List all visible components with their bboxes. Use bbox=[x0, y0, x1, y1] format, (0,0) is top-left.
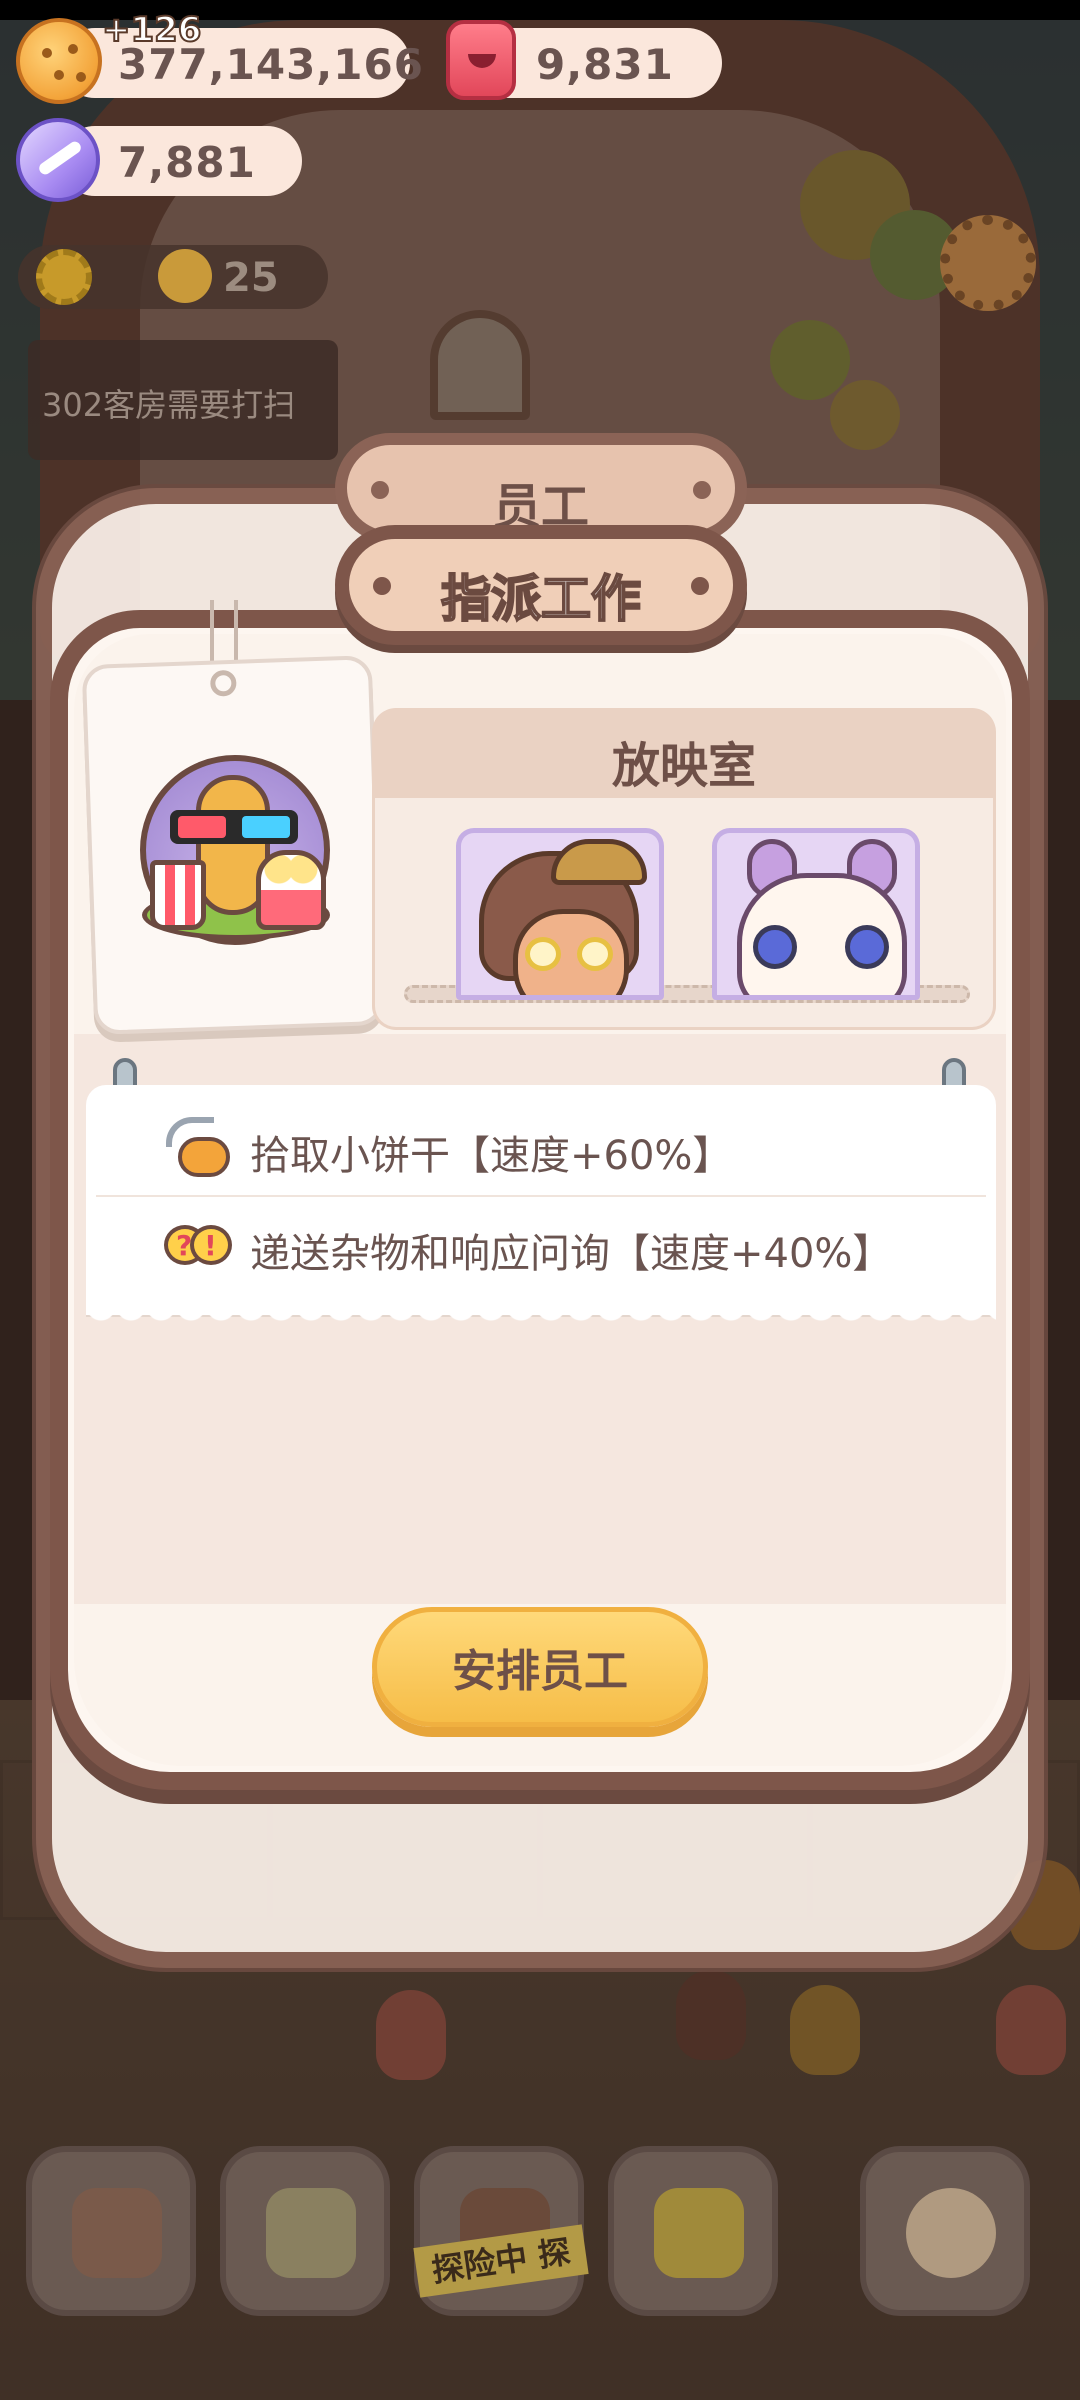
chick-icon bbox=[158, 249, 212, 303]
room-header: 放映室 bbox=[372, 708, 996, 798]
eye bbox=[845, 925, 889, 969]
task-notice-text: 302客房需要打扫 bbox=[42, 386, 296, 424]
skills-card: 拾取小饼干【速度+60%】 ?! 递送杂物和响应问询【速度+40%】 bbox=[86, 1085, 996, 1315]
drink-cup-icon bbox=[150, 860, 206, 930]
bonus-popup: +126 bbox=[101, 9, 202, 51]
tag-hole bbox=[209, 669, 237, 697]
notebook-icon[interactable] bbox=[220, 2146, 390, 2316]
cookie-coin-icon bbox=[16, 18, 102, 104]
torn-edge bbox=[86, 1310, 996, 1330]
popcorn-icon bbox=[256, 850, 326, 930]
task-notice[interactable]: 302客房需要打扫 bbox=[28, 340, 338, 460]
ruby-value: 9,831 bbox=[536, 40, 674, 89]
staff-slot-artist[interactable] bbox=[456, 828, 664, 1000]
energy-indicator[interactable]: 25 bbox=[18, 245, 328, 309]
eye bbox=[753, 925, 797, 969]
dialog-title: 指派工作 bbox=[440, 569, 642, 629]
glasses-icon bbox=[525, 937, 621, 971]
vacuum-icon bbox=[162, 1117, 234, 1177]
skill-row: 拾取小饼干【速度+60%】 bbox=[96, 1099, 986, 1193]
skill-text: 拾取小饼干【速度+60%】 bbox=[250, 1133, 733, 1179]
cookie-pet-icon[interactable] bbox=[860, 2146, 1030, 2316]
staff-slot-dragon[interactable] bbox=[712, 828, 920, 1000]
speech-bubbles-icon: ?! bbox=[162, 1215, 234, 1275]
skill-text: 递送杂物和响应问询【速度+40%】 bbox=[250, 1231, 893, 1277]
beret-icon bbox=[551, 839, 647, 885]
settings-gear-icon[interactable] bbox=[940, 215, 1036, 311]
energy-value: 25 bbox=[223, 255, 279, 301]
sun-icon bbox=[36, 249, 92, 305]
3d-glasses-icon bbox=[170, 810, 298, 844]
assign-staff-button[interactable]: 安排员工 bbox=[372, 1607, 708, 1727]
room-name: 放映室 bbox=[611, 738, 756, 794]
ruby-jar-icon bbox=[446, 20, 516, 100]
house-icon[interactable] bbox=[26, 2146, 196, 2316]
dialog-header: 指派工作 bbox=[335, 525, 747, 645]
skill-row: ?! 递送杂物和响应问询【速度+40%】 bbox=[96, 1195, 986, 1289]
shop-bag-icon[interactable] bbox=[608, 2146, 778, 2316]
crystal-candy-icon bbox=[16, 118, 100, 202]
crystal-value: 7,881 bbox=[118, 138, 256, 187]
